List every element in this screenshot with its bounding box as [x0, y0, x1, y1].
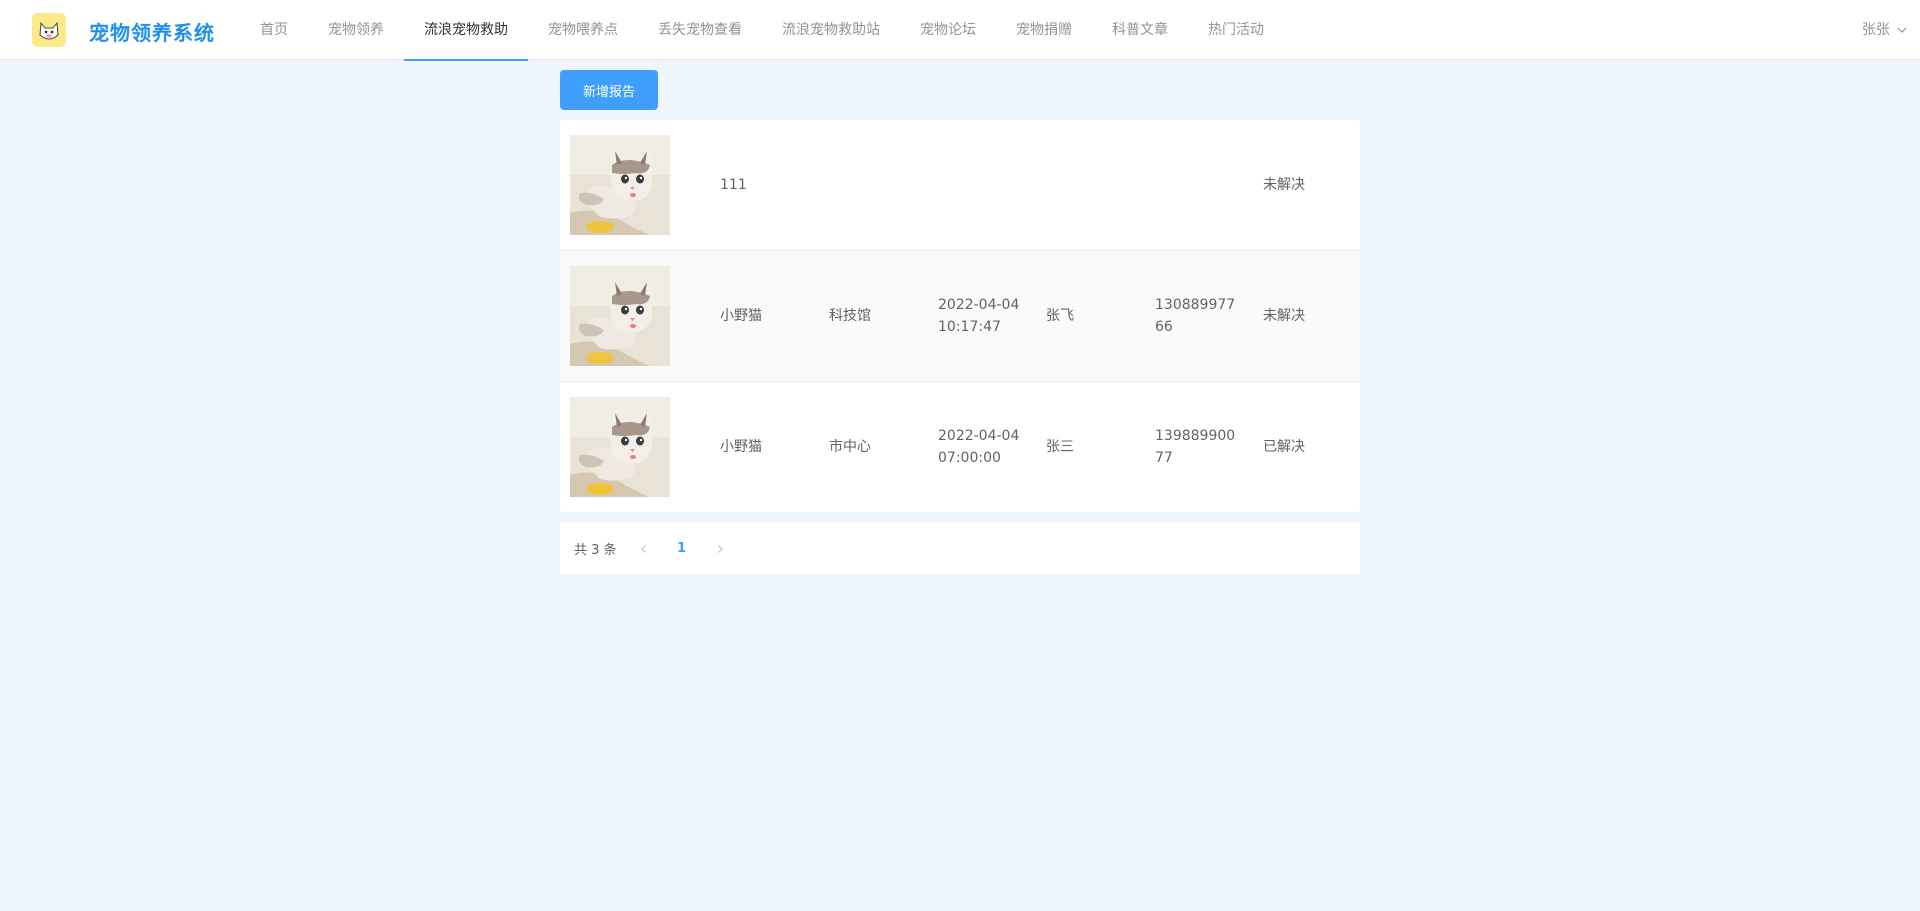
cat-photo[interactable] [570, 266, 670, 366]
report-reporter: 张飞 [1046, 308, 1074, 324]
chevron-right-icon[interactable] [707, 535, 733, 563]
pagination: 共 3 条 1 [560, 523, 1360, 574]
report-name: 小野猫 [720, 439, 762, 455]
report-name: 111 [720, 177, 747, 193]
nav-item-rescue-stations[interactable]: 流浪宠物救助站 [762, 0, 900, 60]
add-report-button[interactable]: 新增报告 [560, 70, 658, 110]
rescue-report-table: 111 未解决 小野猫 科技馆 2022-04-04 10:17:47 张飞 1… [560, 120, 1360, 512]
cat-photo[interactable] [570, 135, 670, 235]
nav-item-home[interactable]: 首页 [240, 0, 308, 60]
report-status: 已解决 [1263, 439, 1305, 455]
chevron-left-icon[interactable] [631, 535, 657, 563]
report-reporter: 张三 [1046, 439, 1074, 455]
pagination-page-1[interactable]: 1 [665, 535, 699, 563]
report-photo-cell [560, 135, 710, 235]
nav-item-stray-rescue[interactable]: 流浪宠物救助 [404, 0, 528, 61]
nav-item-donation[interactable]: 宠物捐赠 [996, 0, 1092, 60]
table-row[interactable]: 111 未解决 [560, 120, 1360, 251]
nav-item-articles[interactable]: 科普文章 [1092, 0, 1188, 60]
nav-item-events[interactable]: 热门活动 [1188, 0, 1284, 60]
report-location: 市中心 [829, 439, 871, 455]
report-time: 2022-04-04 07:00:00 [938, 428, 1020, 466]
table-row[interactable]: 小野猫 市中心 2022-04-04 07:00:00 张三 139889900… [560, 382, 1360, 512]
pagination-total: 共 3 条 [574, 543, 617, 558]
nav-item-lost-pets[interactable]: 丢失宠物查看 [638, 0, 762, 60]
app-brand-title[interactable]: 宠物领养系统 [89, 17, 215, 46]
nav-item-forum[interactable]: 宠物论坛 [900, 0, 996, 60]
report-phone: 13088997766 [1155, 297, 1236, 335]
report-location: 科技馆 [829, 308, 871, 324]
report-status: 未解决 [1263, 308, 1305, 324]
report-name: 小野猫 [720, 308, 762, 324]
top-navbar: 宠物领养系统 首页 宠物领养 流浪宠物救助 宠物喂养点 丢失宠物查看 流浪宠物救… [0, 0, 1920, 61]
table-row[interactable]: 小野猫 科技馆 2022-04-04 10:17:47 张飞 130889977… [560, 251, 1360, 382]
pet-logo-icon[interactable] [32, 13, 66, 47]
cat-photo[interactable] [570, 397, 670, 497]
main-nav: 首页 宠物领养 流浪宠物救助 宠物喂养点 丢失宠物查看 流浪宠物救助站 宠物论坛… [240, 0, 1284, 61]
report-time: 2022-04-04 10:17:47 [938, 297, 1020, 335]
user-name[interactable]: 张张 [1862, 0, 1890, 60]
chevron-down-icon[interactable] [1896, 24, 1908, 36]
user-menu[interactable]: 张张 [1862, 0, 1908, 60]
report-photo-cell [560, 266, 710, 366]
nav-item-feeding-points[interactable]: 宠物喂养点 [528, 0, 638, 60]
nav-item-adoption[interactable]: 宠物领养 [308, 0, 404, 60]
report-status: 未解决 [1263, 177, 1305, 193]
report-phone: 13988990077 [1155, 428, 1236, 466]
report-photo-cell [560, 397, 710, 497]
